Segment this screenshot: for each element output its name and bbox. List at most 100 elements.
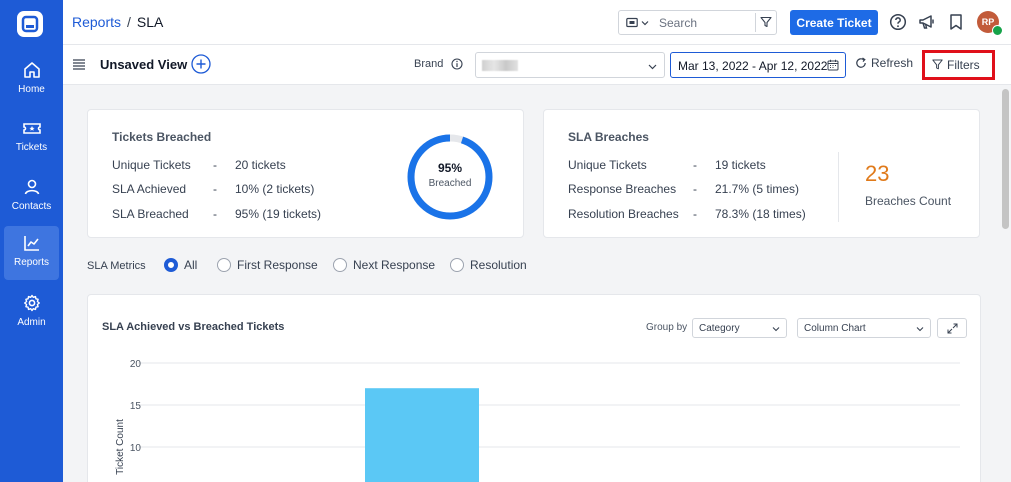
ticket-icon	[23, 123, 41, 134]
y-axis-label: Ticket Count	[115, 419, 126, 475]
breadcrumb: Reports / SLA	[72, 14, 163, 30]
stat-dash: -	[213, 207, 217, 221]
stat-label: Unique Tickets	[568, 158, 647, 172]
stat-label: Resolution Breaches	[568, 207, 679, 221]
stat-dash: -	[693, 182, 697, 196]
radio-label: Resolution	[470, 258, 527, 272]
radio-dot[interactable]	[217, 258, 231, 272]
search-box[interactable]: Search	[618, 10, 777, 35]
sidebar-item-tickets[interactable]: Tickets	[4, 111, 59, 165]
chart-bar[interactable]	[365, 388, 479, 482]
sla-metrics-label: SLA Metrics	[87, 260, 146, 272]
chart-title: SLA Achieved vs Breached Tickets	[102, 321, 285, 333]
ticket-type-icon[interactable]	[626, 17, 638, 28]
announcement-icon[interactable]	[918, 13, 936, 31]
stat-label: SLA Achieved	[112, 182, 187, 196]
sidebar-item-label: Tickets	[15, 142, 48, 153]
tickets-breached-card: Tickets Breached Unique Tickets - 20 tic…	[87, 109, 524, 238]
search-input[interactable]: Search	[659, 16, 697, 30]
chart-icon	[24, 236, 39, 251]
radio-label: All	[184, 258, 198, 272]
stat-label: Response Breaches	[568, 182, 677, 196]
stat-dash: -	[693, 207, 697, 221]
stat-value: 78.3% (18 times)	[715, 207, 806, 221]
brand-select[interactable]	[475, 52, 665, 78]
sidebar-item-admin[interactable]: Admin	[4, 286, 59, 340]
calendar-icon	[827, 59, 839, 71]
stat-value: 10% (2 tickets)	[235, 182, 315, 196]
scrollbar-thumb[interactable]	[1002, 89, 1009, 229]
group-by-label: Group by	[646, 322, 688, 333]
view-toolbar: Unsaved View Brand Mar 13, 2022 - Apr 12…	[63, 45, 1011, 85]
y-tick-label: 15	[130, 401, 142, 412]
stat-dash: -	[213, 158, 217, 172]
filters-label: Filters	[947, 58, 980, 72]
menu-icon[interactable]	[73, 59, 85, 70]
breadcrumb-reports-link[interactable]: Reports	[72, 14, 121, 30]
chevron-down-icon[interactable]	[641, 19, 649, 27]
refresh-button[interactable]: Refresh	[855, 56, 913, 70]
stat-value: 19 tickets	[715, 158, 766, 172]
search-divider	[755, 13, 756, 32]
chevron-down-icon	[916, 327, 924, 332]
chart-card: 10 15 20 Ticket Count SLA Achieved vs Breac…	[87, 294, 981, 482]
donut-label: Breached	[428, 178, 472, 189]
sidebar-item-label: Reports	[13, 257, 49, 268]
brand-value-redacted	[482, 60, 518, 71]
help-icon[interactable]	[889, 13, 907, 31]
chevron-down-icon	[772, 327, 780, 332]
stat-label: SLA Breached	[112, 207, 189, 221]
user-icon	[24, 179, 40, 195]
top-bar: Reports / SLA Search Create Ticket RP	[63, 0, 1011, 45]
donut-arc	[407, 134, 493, 220]
avatar[interactable]: RP	[977, 11, 1003, 36]
view-title: Unsaved View	[100, 57, 188, 72]
info-icon[interactable]	[451, 58, 463, 70]
group-by-select[interactable]: Category	[692, 318, 787, 338]
stat-dash: -	[213, 182, 217, 196]
breaches-count: 23	[865, 161, 890, 186]
refresh-label: Refresh	[871, 56, 914, 70]
stat-value: 95% (19 tickets)	[235, 207, 322, 221]
donut-percent: 95%	[437, 161, 463, 175]
radio-dot[interactable]	[333, 258, 347, 272]
create-ticket-button[interactable]: Create Ticket	[790, 10, 878, 35]
sidebar-item-label: Contacts	[11, 201, 52, 212]
breadcrumb-separator: /	[127, 14, 131, 30]
date-range-picker[interactable]: Mar 13, 2022 - Apr 12, 2022	[670, 52, 846, 78]
avatar-initials: RP	[981, 17, 995, 27]
page-title: SLA	[136, 14, 164, 30]
chart-type-select[interactable]: Column Chart	[797, 318, 931, 338]
home-icon	[24, 62, 40, 78]
add-view-icon[interactable]	[191, 54, 211, 74]
filters-button[interactable]: Filters	[922, 50, 995, 80]
breached-donut-chart	[407, 134, 493, 220]
stat-label: Unique Tickets	[112, 158, 191, 172]
card-title: SLA Breaches	[568, 130, 649, 144]
filter-icon[interactable]	[760, 16, 772, 28]
sidebar-item-home[interactable]: Home	[4, 53, 59, 107]
radio-dot[interactable]	[450, 258, 464, 272]
app-logo-icon[interactable]	[16, 10, 44, 38]
sidebar-item-label: Admin	[17, 317, 46, 328]
stat-value: 20 tickets	[235, 158, 286, 172]
expand-button[interactable]	[937, 318, 967, 338]
brand-label: Brand	[414, 58, 444, 70]
sidebar-item-contacts[interactable]: Contacts	[4, 170, 59, 224]
chart-type-value: Column Chart	[804, 323, 866, 334]
sidebar-item-label: Home	[18, 84, 45, 95]
chevron-down-icon	[648, 64, 657, 70]
y-tick-label: 10	[130, 443, 142, 454]
page-scrollbar[interactable]	[1000, 85, 1011, 482]
group-by-value: Category	[699, 323, 740, 334]
breaches-count-label: Breaches Count	[865, 194, 952, 208]
y-tick-label: 20	[130, 359, 142, 370]
bookmark-icon[interactable]	[947, 13, 965, 31]
sidebar: Home Tickets Contacts Reports Admin	[0, 0, 63, 482]
expand-icon	[947, 323, 958, 334]
sidebar-item-reports[interactable]: Reports	[4, 226, 59, 280]
gear-icon	[24, 294, 40, 312]
date-range-value: Mar 13, 2022 - Apr 12, 2022	[678, 59, 828, 73]
card-divider	[838, 152, 839, 222]
radio-dot[interactable]	[164, 258, 178, 272]
